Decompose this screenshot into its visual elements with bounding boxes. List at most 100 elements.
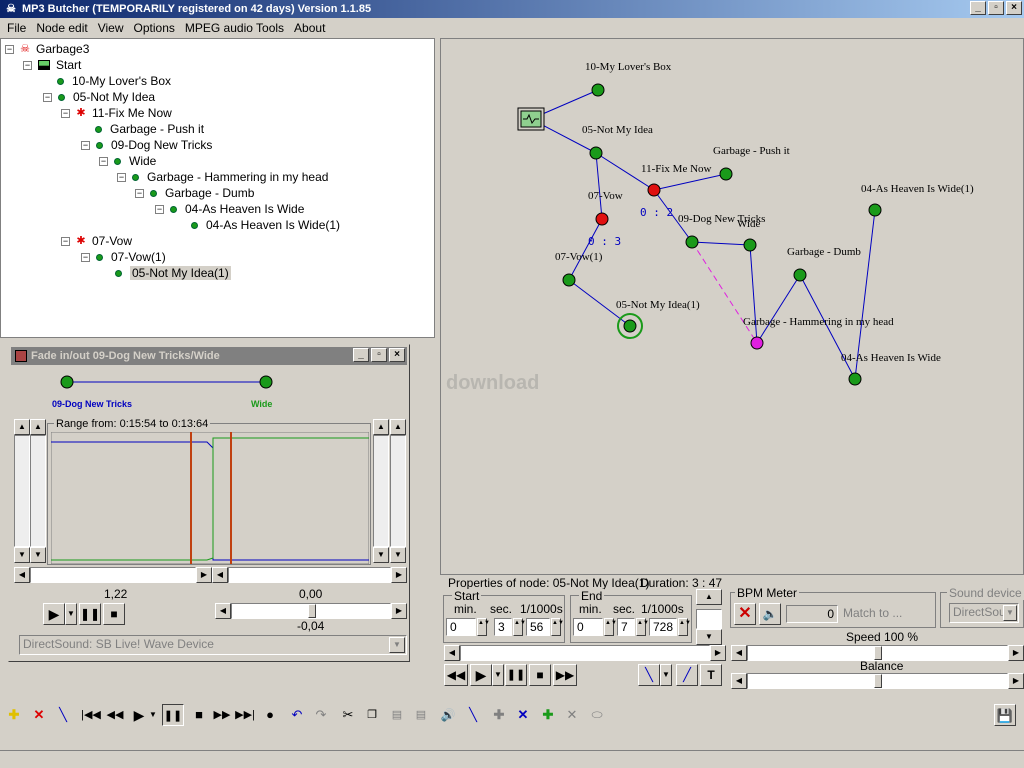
redo-icon[interactable]: ↷: [310, 704, 332, 726]
save-icon[interactable]: 💾: [994, 704, 1016, 726]
balance-right-button[interactable]: ▶: [391, 603, 407, 619]
fade-close-button[interactable]: ×: [389, 348, 405, 362]
hscroll2-right[interactable]: ▶: [391, 567, 407, 583]
slider-thumb[interactable]: [308, 604, 316, 618]
fade-edit-dropdown[interactable]: ▼: [660, 664, 672, 686]
start-sec-field[interactable]: 3: [494, 618, 512, 636]
output-device-select[interactable]: DirectSound: SB Live! Wave Device ▼: [19, 635, 407, 655]
graph-node[interactable]: [591, 83, 605, 97]
bal-left-button[interactable]: ◀: [731, 673, 747, 689]
loop-icon[interactable]: ⬭: [586, 704, 608, 726]
right2-scroll-down[interactable]: ▼: [390, 547, 406, 563]
left-scroll-down[interactable]: ▼: [14, 547, 30, 563]
graph-node[interactable]: [562, 273, 576, 287]
right-hscroll-track[interactable]: [228, 567, 391, 583]
pos-right-button[interactable]: ▶: [710, 645, 726, 661]
end-ms-spinner[interactable]: ▲▼: [678, 618, 691, 636]
volume-icon[interactable]: 🔊: [437, 704, 459, 726]
graph-node[interactable]: [589, 146, 603, 160]
left-scroll-up[interactable]: ▲: [14, 419, 30, 435]
position-slider[interactable]: [460, 645, 710, 661]
bpm-cancel-button[interactable]: ✕: [734, 603, 756, 625]
end-min-spinner[interactable]: ▲▼: [604, 618, 617, 636]
graph-node-magenta[interactable]: [750, 336, 764, 350]
play-button[interactable]: ▶: [43, 603, 65, 625]
to-node[interactable]: [259, 375, 273, 389]
tree-item-garbage3[interactable]: − ☠ Garbage3: [5, 41, 89, 57]
copy-icon[interactable]: ❐: [361, 704, 383, 726]
speed-right-button[interactable]: ▶: [1008, 645, 1024, 661]
delete-icon[interactable]: ✕: [28, 704, 50, 726]
props-track[interactable]: [696, 609, 722, 629]
add-gray-icon[interactable]: ✚: [488, 704, 510, 726]
fade-edit-icon[interactable]: ╲: [638, 664, 660, 686]
left2-scroll-down[interactable]: ▼: [30, 547, 46, 563]
stop-icon[interactable]: ■: [188, 704, 210, 726]
record-icon[interactable]: ●: [259, 704, 281, 726]
graph-node[interactable]: [623, 319, 637, 333]
skip-start-icon[interactable]: |◀◀: [80, 704, 102, 726]
fade-icon[interactable]: ╲: [52, 704, 74, 726]
tree-item[interactable]: −05-Not My Idea: [43, 89, 155, 105]
tree-item[interactable]: − Garbage - Dumb: [135, 185, 254, 201]
fade-maximize-button[interactable]: ▫: [371, 348, 387, 362]
from-node[interactable]: [60, 375, 74, 389]
paste-icon[interactable]: ▤: [386, 704, 408, 726]
tree-item-start[interactable]: − ▬ Start: [23, 57, 81, 73]
tree-item[interactable]: 10-My Lover's Box: [57, 73, 171, 89]
pos-left-button[interactable]: ◀: [444, 645, 460, 661]
start-min-spinner[interactable]: ▲▼: [477, 618, 490, 636]
play-icon[interactable]: ▶: [128, 704, 150, 726]
bal-right-button[interactable]: ▶: [1008, 673, 1024, 689]
pause-icon[interactable]: ❚❚: [162, 704, 184, 726]
cut-icon[interactable]: ✂: [337, 704, 359, 726]
tree-item[interactable]: 04-As Heaven Is Wide(1): [191, 217, 340, 233]
start-ms-spinner[interactable]: ▲▼: [551, 618, 564, 636]
fade-balance-slider[interactable]: [231, 603, 391, 619]
crossfade-icon[interactable]: ╱: [676, 664, 698, 686]
props-scroll-down[interactable]: ▼: [696, 629, 722, 645]
stop-button[interactable]: ■: [103, 603, 125, 625]
new-node-icon[interactable]: ✚: [3, 704, 25, 726]
fade-curve[interactable]: [51, 432, 369, 564]
graph-node[interactable]: [868, 203, 882, 217]
props-scroll-up[interactable]: ▲: [696, 589, 722, 605]
undo-icon[interactable]: ↶: [286, 704, 308, 726]
add-green-icon[interactable]: ✚: [537, 704, 559, 726]
tree-item[interactable]: −09-Dog New Tricks: [81, 137, 212, 153]
graph-node[interactable]: [793, 268, 807, 282]
play-dropdown-button[interactable]: ▼: [65, 603, 77, 625]
paste-special-icon[interactable]: ▤: [410, 704, 432, 726]
menu-view[interactable]: View: [93, 21, 129, 35]
graph-node-red[interactable]: [595, 212, 609, 226]
start-ms-field[interactable]: 56: [526, 618, 550, 636]
text-tool-button[interactable]: T: [700, 664, 722, 686]
end-sec-field[interactable]: 7: [617, 618, 635, 636]
right-scroll-up[interactable]: ▲: [373, 419, 389, 435]
menu-node-edit[interactable]: Node edit: [31, 21, 92, 35]
graph-node-red[interactable]: [647, 183, 661, 197]
sound-device-select[interactable]: DirectSou ▼: [949, 603, 1019, 623]
start-min-field[interactable]: 0: [446, 618, 476, 636]
stop-button[interactable]: ■: [529, 664, 551, 686]
left-hscroll-track[interactable]: [30, 567, 196, 583]
menu-file[interactable]: File: [2, 21, 31, 35]
right-scroll-down[interactable]: ▼: [373, 547, 389, 563]
balance-slider[interactable]: [747, 673, 1008, 689]
left-fade-slider[interactable]: [30, 435, 46, 547]
minimize-button[interactable]: _: [970, 1, 986, 15]
fast-forward-icon[interactable]: ▶▶: [211, 704, 233, 726]
menu-options[interactable]: Options: [129, 21, 180, 35]
end-ms-field[interactable]: 728: [649, 618, 677, 636]
tree-item[interactable]: − Garbage - Hammering in my head: [117, 169, 328, 185]
play-dropdown-button[interactable]: ▼: [492, 664, 504, 686]
graph-node[interactable]: [719, 167, 733, 181]
close-button[interactable]: ×: [1006, 1, 1022, 15]
speaker-icon[interactable]: 🔈: [759, 603, 781, 625]
sound-device-dropdown[interactable]: ▼: [1003, 605, 1017, 621]
speed-thumb[interactable]: [874, 646, 882, 660]
tree-item[interactable]: − ✱ 11-Fix Me Now: [61, 105, 172, 121]
fade-edit-icon[interactable]: ╲: [462, 704, 484, 726]
play-dropdown-icon[interactable]: ▼: [148, 704, 158, 726]
balance-left-button[interactable]: ◀: [215, 603, 231, 619]
